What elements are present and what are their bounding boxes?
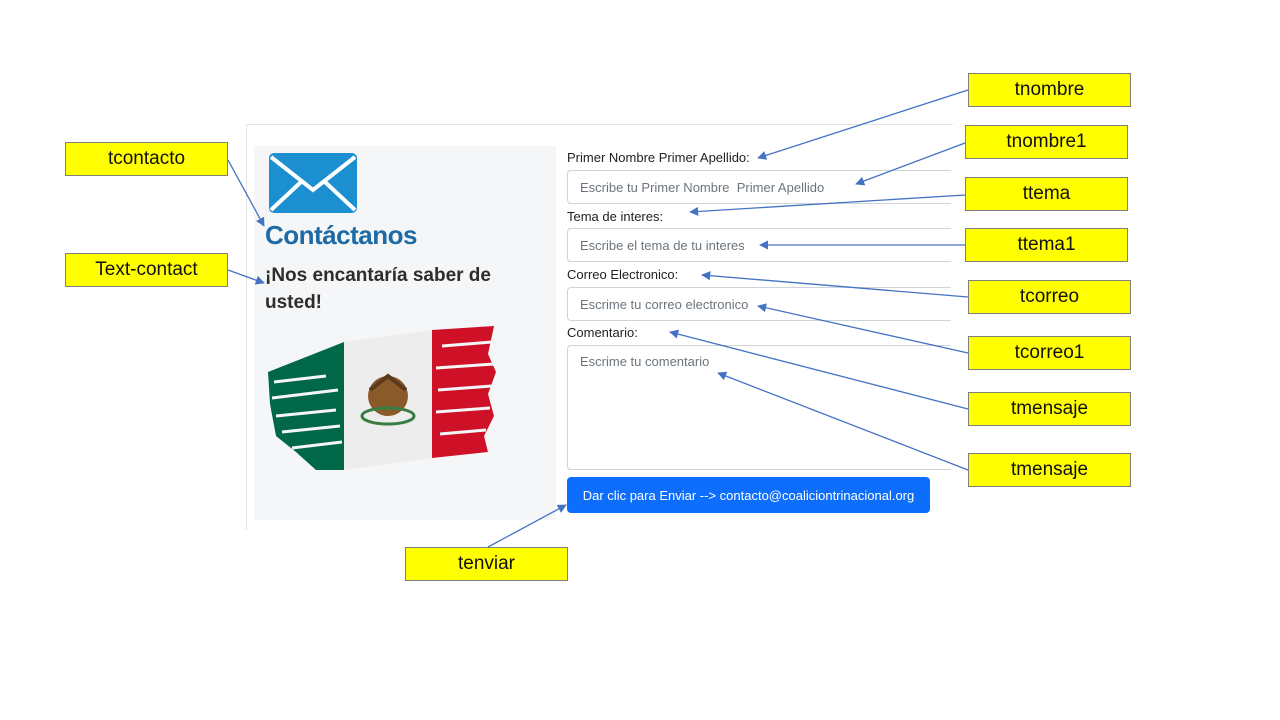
callout-tnombre1: tnombre1	[965, 125, 1128, 159]
send-button[interactable]: Dar clic para Enviar --> contacto@coalic…	[567, 477, 930, 513]
comment-textarea[interactable]	[567, 345, 951, 470]
callout-ttema1: ttema1	[965, 228, 1128, 262]
callout-tcontacto: tcontacto	[65, 142, 228, 176]
mexican-flag	[268, 326, 496, 470]
name-input[interactable]	[567, 170, 951, 204]
contact-subtitle: ¡Nos encantaría saber de usted!	[265, 265, 491, 313]
callout-text-contact: Text-contact	[65, 253, 228, 287]
envelope-icon	[269, 153, 357, 213]
callout-tmensaje-a: tmensaje	[968, 392, 1131, 426]
callout-tenviar: tenviar	[405, 547, 568, 581]
callout-tcorreo: tcorreo	[968, 280, 1131, 314]
topic-input[interactable]	[567, 228, 951, 262]
email-label: Correo Electronico:	[567, 267, 679, 282]
callout-tmensaje-b: tmensaje	[968, 453, 1131, 487]
callout-ttema: ttema	[965, 177, 1128, 211]
comment-label: Comentario:	[567, 325, 638, 340]
name-label: Primer Nombre Primer Apellido:	[567, 150, 750, 165]
callout-tnombre: tnombre	[968, 73, 1131, 107]
callout-tcorreo1: tcorreo1	[968, 336, 1131, 370]
email-input[interactable]	[567, 287, 951, 321]
contact-title: Contáctanos	[265, 220, 417, 250]
topic-label: Tema de interes:	[567, 209, 664, 224]
